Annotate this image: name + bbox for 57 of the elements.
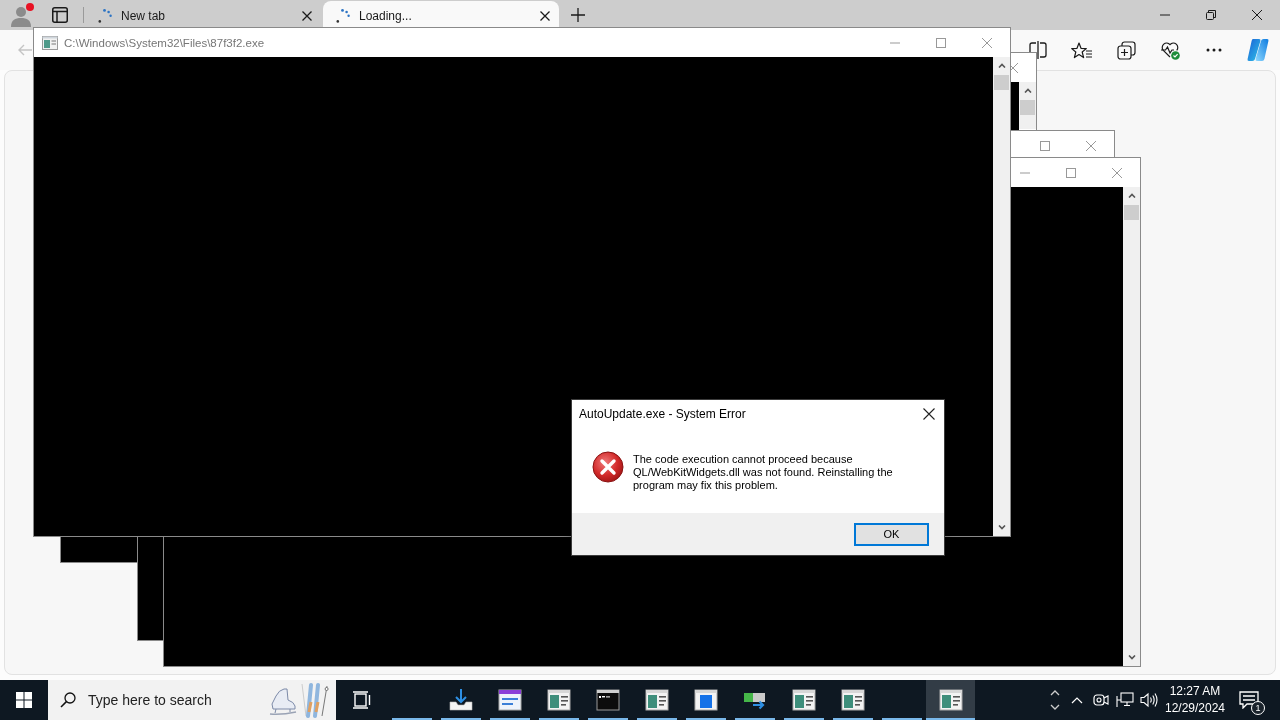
favorites-star-icon[interactable] bbox=[1071, 41, 1093, 59]
maximize-icon[interactable] bbox=[1066, 167, 1076, 178]
taskbar-app-button[interactable] bbox=[926, 680, 975, 720]
ok-button[interactable]: OK bbox=[854, 522, 929, 546]
app-window-icon bbox=[791, 689, 816, 711]
close-icon[interactable] bbox=[302, 10, 312, 21]
close-icon[interactable] bbox=[923, 408, 935, 420]
terminal-icon bbox=[595, 689, 620, 711]
volume-icon[interactable] bbox=[1140, 692, 1158, 708]
console-app-icon bbox=[42, 35, 58, 50]
maximize-icon[interactable] bbox=[1040, 140, 1050, 151]
video-camera-icon[interactable] bbox=[1093, 692, 1109, 708]
app-window-icon bbox=[693, 689, 718, 711]
network-icon[interactable] bbox=[1116, 692, 1134, 708]
app-window-icon bbox=[840, 689, 865, 711]
collections-icon[interactable] bbox=[1116, 40, 1136, 60]
error-message: The code execution cannot proceed because QL/WebKitWidgets.dll was not found. Reinstalling the program may fix this problem. bbox=[633, 453, 894, 492]
more-icon[interactable] bbox=[1206, 48, 1222, 52]
dialog-title: AutoUpdate.exe - System Error bbox=[579, 407, 746, 421]
chevron-up-icon[interactable] bbox=[1071, 696, 1083, 704]
app-window-icon bbox=[644, 689, 669, 711]
plus-icon[interactable] bbox=[571, 8, 585, 22]
app-window-icon bbox=[546, 689, 571, 711]
scrollbar[interactable] bbox=[1019, 82, 1036, 129]
app-window-icon bbox=[938, 689, 963, 711]
scroll-up-icon[interactable] bbox=[1127, 193, 1136, 198]
scrollbar-thumb[interactable] bbox=[1124, 205, 1139, 220]
clock-button[interactable]: 12:27 AM 12/29/2024 bbox=[1164, 680, 1226, 720]
maximize-icon[interactable] bbox=[936, 37, 946, 48]
tab-actions-icon[interactable] bbox=[52, 7, 68, 23]
scroll-down-icon[interactable] bbox=[1127, 655, 1136, 660]
skate-and-skis-icon bbox=[268, 682, 330, 718]
scrollbar-thumb[interactable] bbox=[994, 75, 1009, 90]
scroll-down-icon[interactable] bbox=[997, 525, 1006, 530]
task-view-icon[interactable] bbox=[351, 691, 372, 709]
browser-tab[interactable]: New tab bbox=[85, 1, 321, 30]
close-icon[interactable] bbox=[540, 10, 550, 21]
app-window-icon bbox=[497, 689, 522, 711]
scroll-up-icon[interactable] bbox=[1023, 88, 1032, 93]
restore-icon[interactable] bbox=[1206, 10, 1216, 20]
message-icon[interactable] bbox=[1239, 691, 1259, 709]
close-icon[interactable] bbox=[1252, 10, 1262, 20]
scroll-up-icon[interactable] bbox=[997, 63, 1006, 68]
scrollbar[interactable] bbox=[993, 57, 1010, 536]
heart-pulse-icon[interactable] bbox=[1160, 40, 1180, 60]
profile-avatar-icon[interactable] bbox=[10, 3, 34, 27]
app-logo-icon[interactable] bbox=[1246, 38, 1270, 62]
search-icon bbox=[60, 692, 76, 708]
notification-count: 1 bbox=[1251, 701, 1265, 715]
scrollbar[interactable] bbox=[1123, 187, 1140, 666]
download-tray-icon bbox=[448, 689, 473, 711]
window-title: C:\Windows\System32\Files\87f3f2.exe bbox=[64, 36, 265, 49]
error-icon bbox=[592, 451, 624, 483]
windows-logo-icon bbox=[16, 692, 32, 708]
search-bar[interactable]: Type here to search bbox=[48, 680, 336, 720]
scrollbar-thumb[interactable] bbox=[1020, 100, 1035, 115]
search-field[interactable]: Type here to search bbox=[88, 692, 248, 708]
